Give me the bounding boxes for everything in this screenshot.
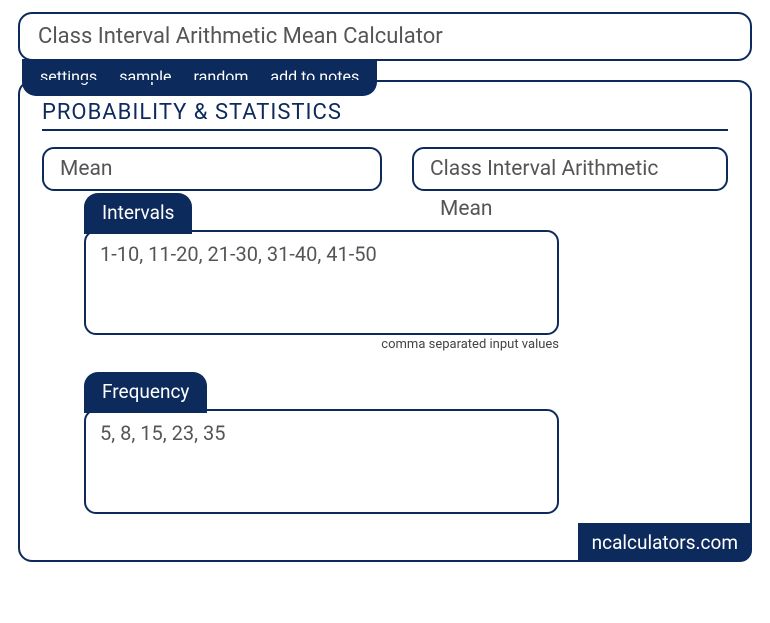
frequency-group: Frequency — [84, 372, 728, 514]
intervals-tag: Intervals — [84, 193, 192, 234]
section-title: PROBABILITY & STATISTICS — [42, 100, 728, 131]
intervals-input[interactable] — [84, 230, 559, 335]
pill-class-interval[interactable]: Class Interval Arithmetic — [412, 147, 728, 191]
page-title-bar: Class Interval Arithmetic Mean Calculato… — [18, 12, 752, 61]
pill-mean-label: Mean — [60, 157, 113, 181]
intervals-hint: comma separated input values — [84, 337, 559, 352]
brand-badge: ncalculators.com — [578, 523, 752, 562]
pill-class-interval-label: Class Interval Arithmetic — [430, 157, 658, 181]
main-panel: PROBABILITY & STATISTICS Mean Class Inte… — [18, 80, 752, 562]
frequency-input[interactable] — [84, 409, 559, 514]
pill-mean[interactable]: Mean — [42, 147, 382, 191]
intervals-group: Intervals comma separated input values — [84, 193, 728, 352]
pill-row: Mean Class Interval Arithmetic — [42, 147, 728, 191]
frequency-tag: Frequency — [84, 372, 207, 413]
page-title: Class Interval Arithmetic Mean Calculato… — [38, 24, 443, 49]
